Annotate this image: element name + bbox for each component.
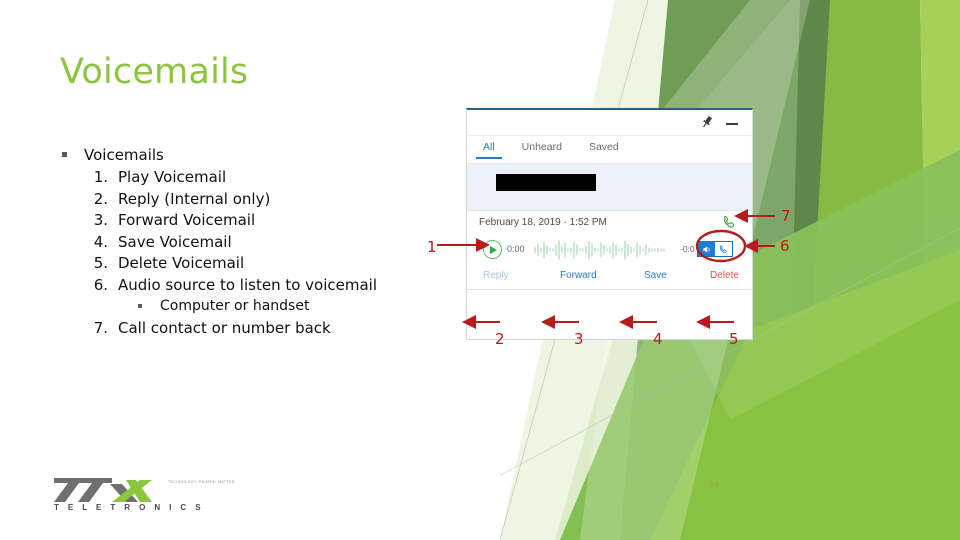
numbered-list: 1. Play Voicemail 2. Reply (Internal onl… bbox=[56, 167, 456, 296]
list-item-number: 4. bbox=[93, 232, 108, 251]
list-item-label: Call contact or number back bbox=[118, 318, 331, 337]
bullet-square-icon bbox=[62, 152, 67, 157]
play-icon[interactable] bbox=[483, 240, 502, 259]
voicemail-detail: February 18, 2019 · 1:52 PM 0:00 -0:0 Re… bbox=[467, 211, 752, 315]
list-item-number: 7. bbox=[93, 318, 108, 337]
list-item-number: 6. bbox=[93, 275, 108, 294]
annotation-label-7: 7 bbox=[781, 207, 791, 225]
list-item: 1. Play Voicemail bbox=[56, 167, 456, 189]
current-time: 0:00 bbox=[507, 244, 525, 254]
list-item: 5. Delete Voicemail bbox=[56, 253, 456, 275]
list-item: 2. Reply (Internal only) bbox=[56, 189, 456, 211]
voicemail-action-bar: Reply Forward Save Delete bbox=[467, 267, 752, 290]
forward-button[interactable]: Forward bbox=[560, 270, 597, 281]
redacted-caller-name bbox=[496, 174, 596, 191]
numbered-list-continued: 7. Call contact or number back bbox=[56, 318, 456, 340]
list-item-number: 1. bbox=[93, 168, 108, 186]
bullet-heading: Voicemails bbox=[56, 144, 456, 166]
list-item-label: Play Voicemail bbox=[118, 168, 227, 186]
window-titlebar bbox=[467, 110, 752, 136]
company-logo: T E L E T R O N I C S TECHNOLOGY. PEOPLE… bbox=[52, 472, 236, 516]
tab-unheard[interactable]: Unheard bbox=[522, 136, 562, 158]
annotation-label-1: 1 bbox=[427, 238, 437, 256]
list-item: 3. Forward Voicemail bbox=[56, 210, 456, 232]
bullet-heading-label: Voicemails bbox=[84, 146, 164, 164]
voicemail-app-window: All Unheard Saved February 18, 2019 · 1:… bbox=[466, 108, 753, 340]
logo-wordmark: T E L E T R O N I C S bbox=[54, 503, 204, 512]
list-item-number: 5. bbox=[93, 254, 108, 272]
pin-icon[interactable] bbox=[699, 114, 715, 130]
annotation-label-4: 4 bbox=[653, 330, 663, 348]
sub-list-item-label: Computer or handset bbox=[160, 298, 310, 314]
reply-button[interactable]: Reply bbox=[483, 270, 509, 281]
page-number: 34 bbox=[708, 481, 720, 491]
list-item-label: Delete Voicemail bbox=[118, 254, 245, 272]
tab-all[interactable]: All bbox=[476, 136, 502, 159]
list-item-number: 2. bbox=[93, 189, 108, 208]
list-item-number: 3. bbox=[93, 211, 108, 229]
annotation-label-3: 3 bbox=[574, 330, 584, 348]
sub-list-item: Computer or handset bbox=[56, 296, 456, 318]
audio-player: 0:00 -0:0 bbox=[467, 237, 752, 265]
logo-tagline: TECHNOLOGY. PEOPLE. MATTER. bbox=[168, 480, 237, 484]
list-item-label: Save Voicemail bbox=[118, 232, 232, 251]
page-title: Voicemails bbox=[60, 52, 249, 92]
slide-canvas: Voicemails Voicemails 1. Play Voicemail … bbox=[0, 0, 960, 540]
phone-handset-icon[interactable] bbox=[721, 214, 738, 231]
voicemail-list-row[interactable] bbox=[467, 164, 752, 211]
handset-icon[interactable] bbox=[715, 242, 732, 256]
annotation-label-2: 2 bbox=[495, 330, 505, 348]
minimize-icon[interactable] bbox=[724, 114, 740, 130]
voicemail-timestamp: February 18, 2019 · 1:52 PM bbox=[479, 217, 607, 228]
save-button[interactable]: Save bbox=[644, 270, 667, 281]
annotation-label-6: 6 bbox=[780, 237, 790, 255]
voicemail-tabs: All Unheard Saved bbox=[467, 136, 752, 164]
annotation-label-5: 5 bbox=[729, 330, 739, 348]
tab-saved[interactable]: Saved bbox=[589, 136, 619, 158]
list-item-label: Audio source to listen to voicemail bbox=[118, 275, 378, 294]
audio-source-toggle[interactable] bbox=[697, 241, 733, 257]
delete-button[interactable]: Delete bbox=[710, 270, 739, 281]
list-item: 6. Audio source to listen to voicemail bbox=[56, 275, 456, 297]
list-item: 7. Call contact or number back bbox=[56, 318, 456, 340]
list-item-label: Forward Voicemail bbox=[118, 211, 256, 229]
list-item: 4. Save Voicemail bbox=[56, 232, 456, 254]
speaker-icon[interactable] bbox=[698, 242, 715, 256]
bullet-square-icon bbox=[138, 304, 142, 308]
list-item-label: Reply (Internal only) bbox=[118, 189, 271, 208]
remaining-time: -0:0 bbox=[680, 244, 695, 254]
waveform[interactable] bbox=[533, 239, 678, 261]
ttx-logo-mark bbox=[54, 478, 152, 502]
bullet-list: Voicemails 1. Play Voicemail 2. Reply (I… bbox=[56, 144, 456, 339]
